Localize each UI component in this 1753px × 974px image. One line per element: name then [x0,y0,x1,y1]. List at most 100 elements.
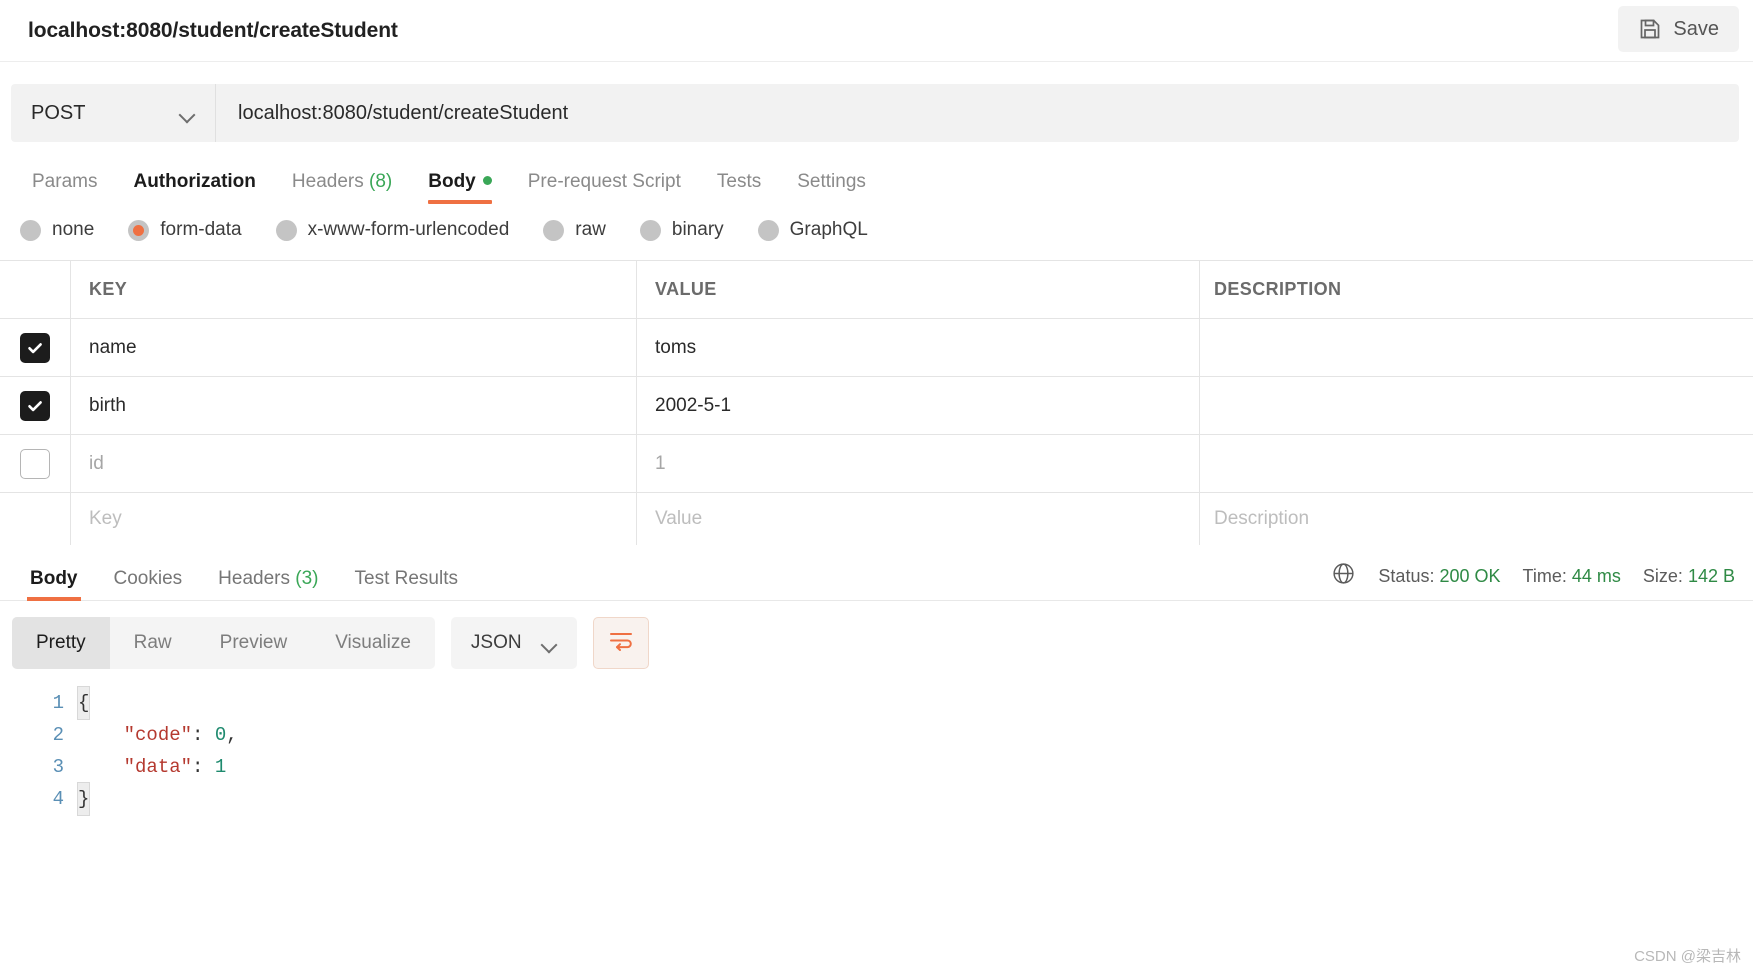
tab-settings-label: Settings [797,171,866,192]
top-bar: localhost:8080/student/createStudent Sav… [0,0,1753,62]
chevron-down-icon [180,109,195,118]
view-mode-visualize[interactable]: Visualize [311,617,435,669]
time-group: Time: 44 ms [1523,566,1621,587]
json-value: 0 [214,724,227,746]
url-bar: POST localhost:8080/student/createStuden… [11,84,1739,142]
view-mode-raw[interactable]: Raw [110,617,196,669]
code-line: 2 "code": 0, [0,719,1753,751]
tab-headers-count: (8) [369,171,393,192]
body-modified-dot-icon [482,176,492,185]
body-type-x-www-form-urlencoded[interactable]: x-www-form-urlencoded [275,219,509,241]
status-badge: 200 OK [1439,565,1501,586]
view-mode-visualize-label: Visualize [335,632,411,653]
view-mode-preview-label: Preview [219,632,288,653]
body-type-binary[interactable]: binary [639,219,724,241]
radio-icon [639,219,661,241]
http-method-value: POST [31,101,86,124]
body-type-none[interactable]: none [20,219,94,241]
code-line: 3 "data": 1 [0,751,1753,783]
size-group: Size: 142 B [1643,566,1735,587]
row-value[interactable]: toms [655,337,696,359]
row-value[interactable]: 2002-5-1 [655,395,731,417]
column-header-description: DESCRIPTION [1214,279,1342,299]
save-button[interactable]: Save [1618,6,1739,52]
globe-icon [1331,561,1356,591]
radio-icon [543,219,565,241]
table-row-placeholder: Key Value Description [0,493,1753,545]
row-checkbox[interactable] [20,448,50,479]
table-row: name toms [0,319,1753,377]
line-number: 1 [52,692,64,714]
response-tab-cookies[interactable]: Cookies [96,568,201,600]
body-type-none-label: none [52,219,95,240]
tab-tests-label: Tests [716,171,762,192]
response-tab-headers-count: (3) [295,568,319,589]
line-number: 4 [52,788,64,810]
tab-params[interactable]: Params [14,171,115,204]
response-body-code: 1 { 2 "code": 0, 3 "data": 1 4 } [0,686,1753,816]
row-value[interactable]: 1 [655,453,666,475]
new-row-description-input[interactable]: Description [1214,508,1309,530]
tab-settings[interactable]: Settings [779,171,884,204]
view-mode-pretty[interactable]: Pretty [12,617,110,669]
new-row-value-input[interactable]: Value [655,508,702,530]
response-format-value: JSON [470,632,522,653]
response-tab-body[interactable]: Body [12,568,96,601]
tab-pre-request-script[interactable]: Pre-request Script [510,171,699,204]
request-tabs: Params Authorization Headers (8) Body Pr… [0,156,1753,204]
row-checkbox[interactable] [20,390,50,421]
body-type-form-data-label: form-data [160,219,242,240]
body-type-graphql-label: GraphQL [789,219,868,240]
body-type-binary-label: binary [671,219,724,240]
url-input[interactable]: localhost:8080/student/createStudent [216,84,1739,142]
radio-icon [757,219,779,241]
code-line-text: } [76,782,91,816]
row-key[interactable]: birth [89,395,126,417]
code-line: 1 { [0,686,1753,720]
row-key[interactable]: id [89,453,104,475]
body-type-raw-label: raw [575,219,606,240]
code-line: 4 } [0,782,1753,816]
response-status-line: Status: 200 OK Time: 44 ms Size: 142 B [1331,561,1735,591]
floppy-disk-icon [1638,17,1662,41]
line-number: 3 [52,756,64,778]
table-row: id 1 [0,435,1753,493]
tab-body-label: Body [428,171,476,192]
column-header-value: VALUE [655,279,717,299]
response-tab-test-results[interactable]: Test Results [337,568,476,600]
tab-headers[interactable]: Headers (8) [274,171,410,204]
time-label: Time: [1522,565,1567,586]
body-type-graphql[interactable]: GraphQL [757,219,868,241]
header-checkbox-cell [0,261,71,318]
response-format-select[interactable]: JSON [450,617,577,669]
row-key[interactable]: name [89,337,137,359]
view-mode-preview[interactable]: Preview [196,617,312,669]
page-title: localhost:8080/student/createStudent [28,18,398,42]
body-type-radio-group: none form-data x-www-form-urlencoded raw… [0,204,1753,256]
response-viewer-toolbar: Pretty Raw Preview Visualize JSON [0,601,1753,669]
json-value: 1 [214,756,227,778]
tab-authorization[interactable]: Authorization [115,171,273,204]
tab-body[interactable]: Body [410,171,510,204]
body-type-form-data[interactable]: form-data [128,219,242,241]
row-checkbox[interactable] [20,332,50,363]
body-type-raw[interactable]: raw [543,219,606,241]
time-value: 44 ms [1571,565,1621,586]
json-tail: , [226,724,238,746]
tab-pre-request-script-label: Pre-request Script [527,171,681,192]
response-tab-headers[interactable]: Headers (3) [200,568,336,600]
http-method-select[interactable]: POST [11,84,216,142]
word-wrap-button[interactable] [592,617,649,669]
table-header-row: KEY VALUE DESCRIPTION [0,261,1753,319]
json-sep: : [192,724,215,746]
tab-tests[interactable]: Tests [699,171,779,204]
url-bar-section: POST localhost:8080/student/createStuden… [0,62,1753,142]
table-row: birth 2002-5-1 [0,377,1753,435]
response-tab-headers-label: Headers [218,568,290,589]
status-group: Status: 200 OK [1378,566,1500,587]
json-sep: : [192,756,215,778]
new-row-key-input[interactable]: Key [89,508,122,530]
watermark: CSDN @梁吉林 [1634,948,1741,965]
